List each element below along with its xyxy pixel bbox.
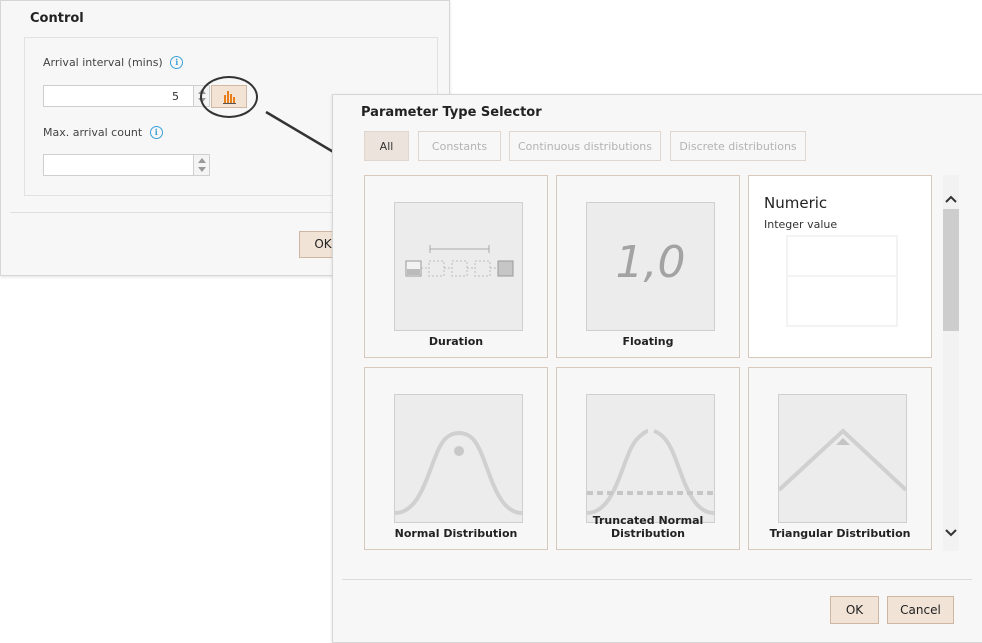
- selector-cancel-button[interactable]: Cancel: [887, 596, 954, 624]
- card-label: Triangular Distribution: [769, 527, 911, 540]
- tab-continuous-distributions[interactable]: Continuous distributions: [509, 131, 661, 161]
- card-triangular-distribution[interactable]: Triangular Distribution: [748, 367, 932, 550]
- card-label: Truncated Normal Distribution: [592, 514, 704, 540]
- card-label: Floating: [622, 335, 674, 348]
- numeric-icon: [786, 235, 898, 327]
- selector-title: Parameter Type Selector: [361, 105, 542, 120]
- normal-distribution-icon: [394, 394, 523, 523]
- truncated-normal-icon: [586, 394, 715, 523]
- triangular-distribution-icon: [778, 394, 907, 523]
- max-arrival-stepper[interactable]: [194, 154, 210, 176]
- chevron-up-icon[interactable]: [198, 158, 206, 163]
- selector-ok-button[interactable]: OK: [830, 596, 879, 624]
- card-label: Normal Distribution: [394, 527, 518, 540]
- tab-all[interactable]: All: [364, 131, 409, 161]
- scroll-down-icon[interactable]: [943, 525, 959, 541]
- card-title: Numeric: [764, 194, 828, 212]
- card-duration[interactable]: Duration: [364, 175, 548, 358]
- duration-icon: [394, 202, 523, 331]
- floating-icon: 1,0: [586, 202, 715, 331]
- card-truncated-normal[interactable]: Truncated Normal Distribution: [556, 367, 740, 550]
- info-icon[interactable]: i: [149, 126, 163, 139]
- tab-discrete-distributions[interactable]: Discrete distributions: [670, 131, 806, 161]
- info-icon[interactable]: i: [170, 56, 184, 69]
- max-arrival-input[interactable]: [43, 154, 194, 176]
- floating-glyph: 1,0: [615, 237, 686, 288]
- scrollbar-thumb[interactable]: [943, 209, 959, 331]
- scroll-up-icon[interactable]: [943, 191, 959, 207]
- chevron-down-icon[interactable]: [198, 167, 206, 172]
- arrival-interval-label: Arrival interval (mins) i: [43, 56, 184, 69]
- card-floating[interactable]: 1,0 Floating: [556, 175, 740, 358]
- card-normal-distribution[interactable]: Normal Distribution: [364, 367, 548, 550]
- arrival-interval-input[interactable]: 5: [43, 85, 194, 107]
- card-numeric[interactable]: Numeric Integer value: [748, 175, 932, 358]
- control-title: Control: [30, 11, 84, 26]
- max-arrival-label: Max. arrival count i: [43, 126, 163, 139]
- highlight-circle: [200, 76, 258, 118]
- tab-constants[interactable]: Constants: [418, 131, 501, 161]
- parameter-type-selector: Parameter Type Selector All Constants Co…: [332, 94, 982, 643]
- divider: [342, 579, 972, 580]
- card-label: Duration: [428, 335, 484, 348]
